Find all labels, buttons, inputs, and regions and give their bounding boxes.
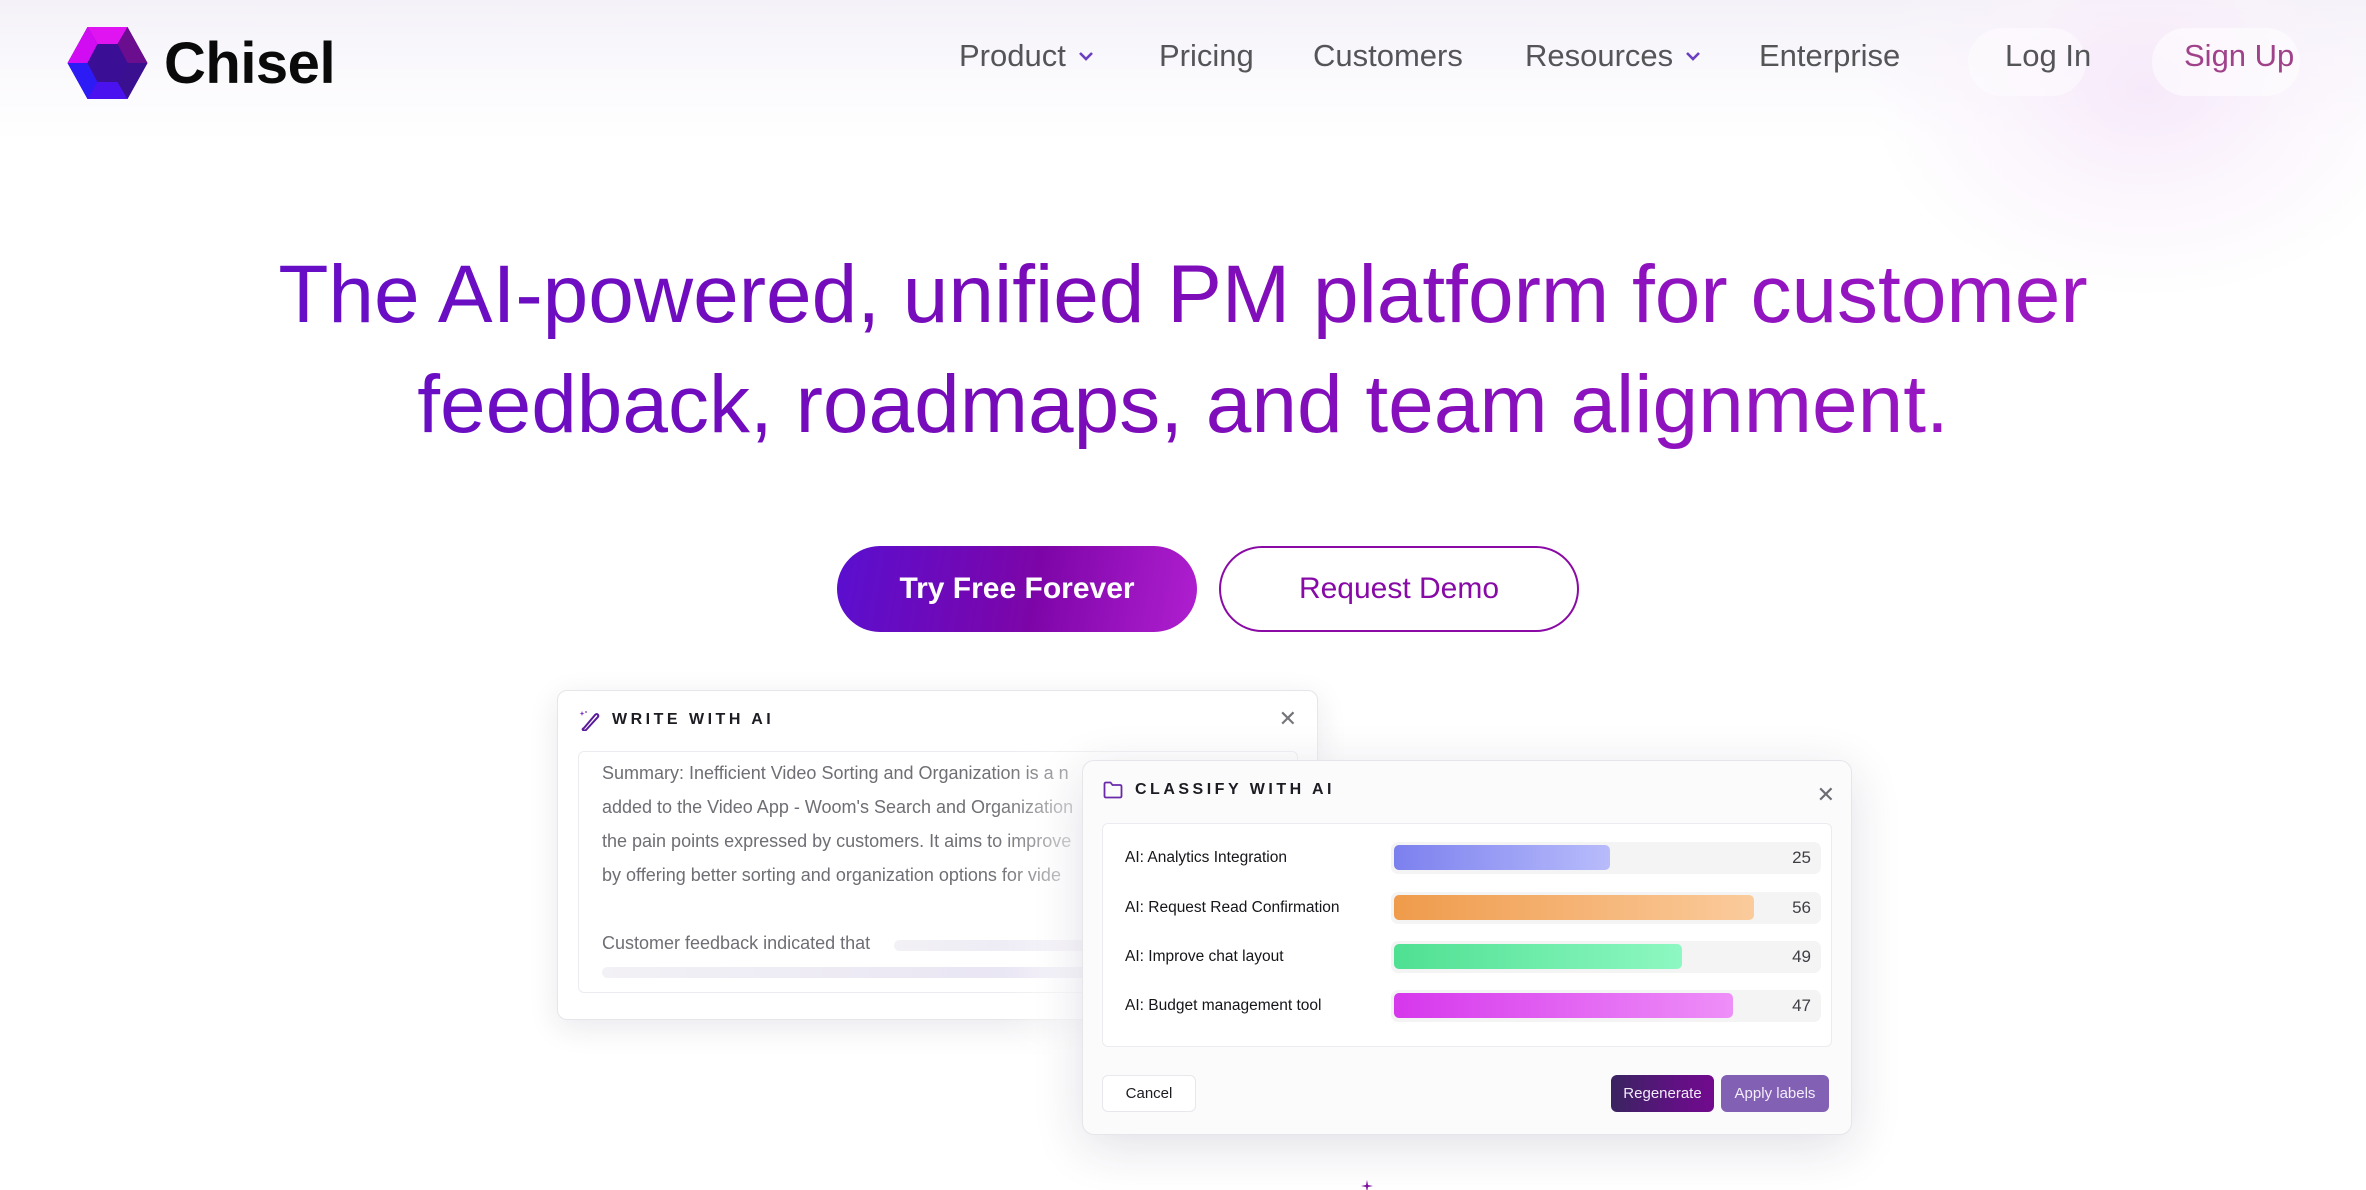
folder-icon (1103, 781, 1123, 799)
request-demo-button[interactable]: Request Demo (1219, 546, 1579, 632)
write-modal-header: WRITE WITH AI (578, 709, 774, 731)
chevron-down-icon (1078, 52, 1093, 61)
cancel-button[interactable]: Cancel (1102, 1075, 1196, 1112)
magic-wand-icon (579, 711, 600, 731)
brand-name: Chisel (164, 30, 336, 96)
nav-customers[interactable]: Customers (1313, 38, 1463, 74)
summary-line: Summary: Inefficient Video Sorting and O… (602, 763, 1069, 783)
try-free-button[interactable]: Try Free Forever (837, 546, 1197, 632)
label-count: 47 (1792, 996, 1811, 1015)
label-name: AI: Request Read Confirmation (1125, 899, 1340, 916)
label-row[interactable]: AI: Request Read Confirmation 56 (1103, 892, 1833, 924)
summary-line: added to the Video App - Woom's Search a… (602, 797, 1074, 817)
label-count: 49 (1792, 947, 1811, 966)
login-link[interactable]: Log In (2005, 38, 2091, 74)
label-list: AI: Analytics Integration 25 AI: Request… (1102, 823, 1832, 1047)
classify-with-ai-modal: CLASSIFY WITH AI ✕ AI: Analytics Integra… (1082, 760, 1852, 1135)
classify-modal-title: CLASSIFY WITH AI (1135, 781, 1335, 798)
nav-product-label: Product (959, 38, 1066, 73)
chevron-down-icon (1686, 52, 1701, 61)
nav-customers-label: Customers (1313, 38, 1463, 73)
hero-headline-line-2: feedback, roadmaps, and team alignment. (417, 359, 1949, 450)
label-bar-track: 47 (1391, 990, 1821, 1022)
nav-enterprise[interactable]: Enterprise (1759, 38, 1900, 74)
label-bar-fill (1394, 993, 1733, 1018)
label-count: 56 (1792, 898, 1811, 917)
label-count: 25 (1792, 848, 1811, 867)
classify-modal-header: CLASSIFY WITH AI (1103, 781, 1335, 799)
close-icon[interactable]: ✕ (1279, 709, 1297, 731)
label-bar-fill (1394, 845, 1610, 870)
summary-line: the pain points expressed by customers. … (602, 831, 1072, 851)
nav-enterprise-label: Enterprise (1759, 38, 1901, 73)
label-name: AI: Improve chat layout (1125, 948, 1284, 965)
signup-link[interactable]: Sign Up (2184, 38, 2294, 74)
nav-pricing-label: Pricing (1159, 38, 1254, 73)
nav-product[interactable]: Product (959, 38, 1094, 74)
label-row[interactable]: AI: Improve chat layout 49 (1103, 941, 1833, 973)
label-bar-fill (1394, 944, 1682, 969)
close-icon[interactable]: ✕ (1817, 785, 1835, 807)
label-name: AI: Budget management tool (1125, 997, 1322, 1014)
apply-labels-button[interactable]: Apply labels (1721, 1075, 1829, 1112)
label-name: AI: Analytics Integration (1125, 849, 1287, 866)
label-bar-track: 25 (1391, 842, 1821, 874)
nav-pricing[interactable]: Pricing (1159, 38, 1254, 74)
nav-resources[interactable]: Resources (1525, 38, 1701, 74)
label-bar-track: 56 (1391, 892, 1821, 924)
write-modal-title: WRITE WITH AI (612, 711, 775, 728)
brand-logo[interactable]: Chisel (67, 27, 336, 99)
label-bar-track: 49 (1391, 941, 1821, 973)
label-row[interactable]: AI: Budget management tool 47 (1103, 990, 1833, 1022)
label-bar-fill (1394, 895, 1754, 920)
hero-headline-line-1: The AI-powered, unified PM platform for … (278, 249, 2088, 340)
regenerate-button[interactable]: Regenerate (1611, 1075, 1714, 1112)
hero-headline: The AI-powered, unified PM platform for … (0, 240, 2366, 460)
summary-line: by offering better sorting and organizat… (602, 865, 1061, 885)
hexagon-gem-icon (67, 27, 148, 99)
sparkle-icon (1361, 1180, 1373, 1190)
label-row[interactable]: AI: Analytics Integration 25 (1103, 842, 1833, 874)
nav-resources-label: Resources (1525, 38, 1674, 73)
typing-line: Customer feedback indicated that (602, 933, 871, 953)
